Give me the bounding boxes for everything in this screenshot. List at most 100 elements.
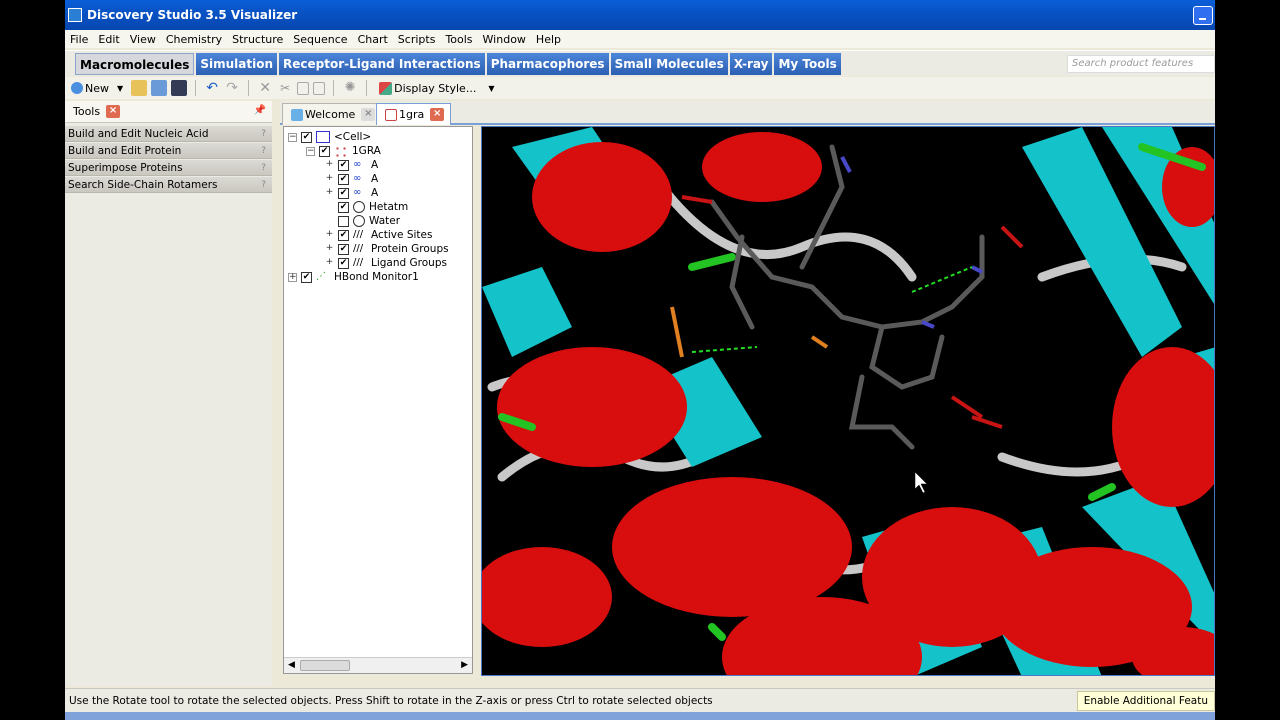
open-icon[interactable] — [131, 80, 148, 96]
hierarchy-tree: − ✔ <Cell> − ✔ 1GRA + ✔ ∞ A + ✔ ∞ A + ✔ … — [283, 126, 473, 674]
ribbon-tab-xray[interactable]: X-ray — [729, 53, 773, 75]
tree-node-protein-groups[interactable]: + ✔ /// Protein Groups — [325, 242, 449, 256]
tree-node-chain-a[interactable]: + ✔ ∞ A — [325, 186, 378, 200]
expand-icon[interactable]: + — [325, 159, 334, 170]
save-icon[interactable] — [171, 80, 188, 96]
expand-icon[interactable]: + — [288, 272, 297, 282]
ribbon-tab-macromolecules[interactable]: Macromolecules — [75, 53, 195, 75]
tree-node-chain-a[interactable]: + ✔ ∞ A — [325, 158, 378, 172]
tree-label: Hetatm — [369, 201, 409, 213]
menu-tools[interactable]: Tools — [440, 33, 477, 46]
settings-icon[interactable]: ✺ — [342, 80, 358, 96]
pin-icon[interactable]: 📌 — [254, 105, 266, 116]
display-style-label: Display Style... — [394, 81, 477, 95]
search-input[interactable]: Search product features — [1067, 55, 1215, 73]
tab-welcome-label: Welcome — [305, 108, 356, 121]
copy-icon[interactable] — [297, 81, 310, 95]
menu-window[interactable]: Window — [478, 33, 531, 46]
help-icon[interactable]: ? — [261, 177, 266, 193]
ribbon-tab-simulation[interactable]: Simulation — [196, 53, 278, 75]
tree-node-ligand-groups[interactable]: + ✔ /// Ligand Groups — [325, 256, 447, 270]
expand-icon[interactable]: + — [325, 229, 334, 240]
expand-icon[interactable]: + — [325, 173, 334, 184]
tool-build-edit-protein[interactable]: Build and Edit Protein? — [65, 143, 272, 159]
menu-edit[interactable]: Edit — [93, 33, 124, 46]
help-icon[interactable]: ? — [261, 126, 266, 142]
tools-panel-title: Tools — [73, 105, 101, 118]
visibility-checkbox[interactable]: ✔ — [338, 159, 349, 171]
display-style-button[interactable]: Display Style... ▼ — [377, 79, 494, 97]
undo-icon[interactable]: ↶ — [204, 80, 220, 96]
visibility-checkbox[interactable]: ✔ — [338, 257, 349, 269]
menu-structure[interactable]: Structure — [227, 33, 288, 46]
tree-node-chain-a[interactable]: + ✔ ∞ A — [325, 172, 378, 186]
close-icon[interactable]: × — [430, 108, 445, 121]
expand-icon[interactable]: + — [325, 257, 334, 268]
tree-node-hetatm[interactable]: ✔ Hetatm — [338, 200, 408, 214]
expand-icon[interactable]: + — [325, 187, 334, 198]
menu-file[interactable]: File — [65, 33, 93, 46]
enable-features-button[interactable]: Enable Additional Featu — [1076, 691, 1215, 711]
3d-molecule-viewer[interactable] — [481, 126, 1215, 676]
tool-build-edit-nucleic-acid[interactable]: Build and Edit Nucleic Acid? — [65, 126, 272, 142]
tree-node-1gra[interactable]: − ✔ 1GRA — [306, 144, 381, 158]
tab-welcome[interactable]: Welcome × — [282, 103, 383, 125]
tool-label: Superimpose Proteins — [68, 162, 183, 174]
visibility-checkbox[interactable]: ✔ — [301, 131, 312, 143]
help-icon[interactable]: ? — [261, 143, 266, 159]
open-server-icon[interactable] — [151, 80, 168, 96]
delete-icon[interactable]: ✕ — [257, 80, 273, 96]
ribbon-tab-my-tools[interactable]: My Tools — [774, 53, 841, 75]
minimize-button[interactable] — [1193, 6, 1213, 25]
scroll-right-icon[interactable]: ▶ — [461, 660, 468, 670]
tools-panel-tab[interactable]: Tools × 📌 — [65, 101, 272, 123]
visibility-checkbox[interactable]: ✔ — [338, 243, 349, 255]
paste-icon[interactable] — [313, 81, 326, 95]
tree-label: Active Sites — [371, 229, 433, 241]
group-icon: /// — [353, 257, 364, 268]
document-tabs: Welcome × 1gra × — [280, 101, 1215, 125]
tree-horizontal-scrollbar[interactable]: ◀ ▶ — [284, 657, 472, 673]
collapse-icon[interactable]: − — [288, 132, 297, 142]
tree-label: A — [371, 187, 379, 199]
tree-node-water[interactable]: Water — [338, 214, 400, 228]
collapse-icon[interactable]: − — [306, 146, 315, 156]
tree-node-active-sites[interactable]: + ✔ /// Active Sites — [325, 228, 432, 242]
visibility-checkbox[interactable]: ✔ — [338, 173, 349, 185]
help-icon[interactable]: ? — [261, 160, 266, 176]
tree-node-hbond-monitor[interactable]: + ✔ ⋰ HBond Monitor1 — [288, 270, 419, 284]
ribbon-tab-receptor-ligand[interactable]: Receptor-Ligand Interactions — [279, 53, 485, 75]
visibility-checkbox[interactable] — [338, 215, 349, 227]
menu-chart[interactable]: Chart — [353, 33, 393, 46]
expand-icon[interactable]: + — [325, 243, 334, 254]
close-icon[interactable]: × — [106, 105, 121, 118]
menu-chemistry[interactable]: Chemistry — [161, 33, 227, 46]
visibility-checkbox[interactable]: ✔ — [338, 201, 349, 213]
chain-icon: ∞ — [353, 159, 362, 170]
menu-view[interactable]: View — [125, 33, 161, 46]
menu-help[interactable]: Help — [531, 33, 566, 46]
visibility-checkbox[interactable]: ✔ — [338, 229, 349, 241]
visibility-checkbox[interactable]: ✔ — [301, 271, 312, 283]
visibility-checkbox[interactable]: ✔ — [338, 187, 349, 199]
new-button[interactable]: New ▼ — [69, 79, 123, 97]
close-icon[interactable]: × — [361, 108, 376, 121]
menu-sequence[interactable]: Sequence — [288, 33, 352, 46]
tool-superimpose-proteins[interactable]: Superimpose Proteins? — [65, 160, 272, 176]
scroll-left-icon[interactable]: ◀ — [288, 660, 295, 670]
app-window: Discovery Studio 3.5 Visualizer File Edi… — [65, 0, 1215, 720]
redo-icon[interactable]: ↷ — [224, 80, 240, 96]
ribbon-tab-small-molecules[interactable]: Small Molecules — [610, 53, 728, 75]
tab-1gra[interactable]: 1gra × — [376, 103, 452, 125]
visibility-checkbox[interactable]: ✔ — [319, 145, 330, 157]
menu-scripts[interactable]: Scripts — [393, 33, 441, 46]
group-icon: /// — [353, 243, 364, 254]
tool-search-side-chain-rotamers[interactable]: Search Side-Chain Rotamers? — [65, 177, 272, 193]
ribbon-tab-pharmacophores[interactable]: Pharmacophores — [486, 53, 609, 75]
cut-icon[interactable]: ✂ — [277, 80, 293, 96]
scrollbar-thumb[interactable] — [300, 660, 350, 671]
toolbar-divider — [195, 80, 197, 96]
tree-node-cell[interactable]: − ✔ <Cell> — [288, 130, 371, 144]
chain-icon: ∞ — [353, 173, 362, 184]
title-bar: Discovery Studio 3.5 Visualizer — [65, 0, 1215, 30]
